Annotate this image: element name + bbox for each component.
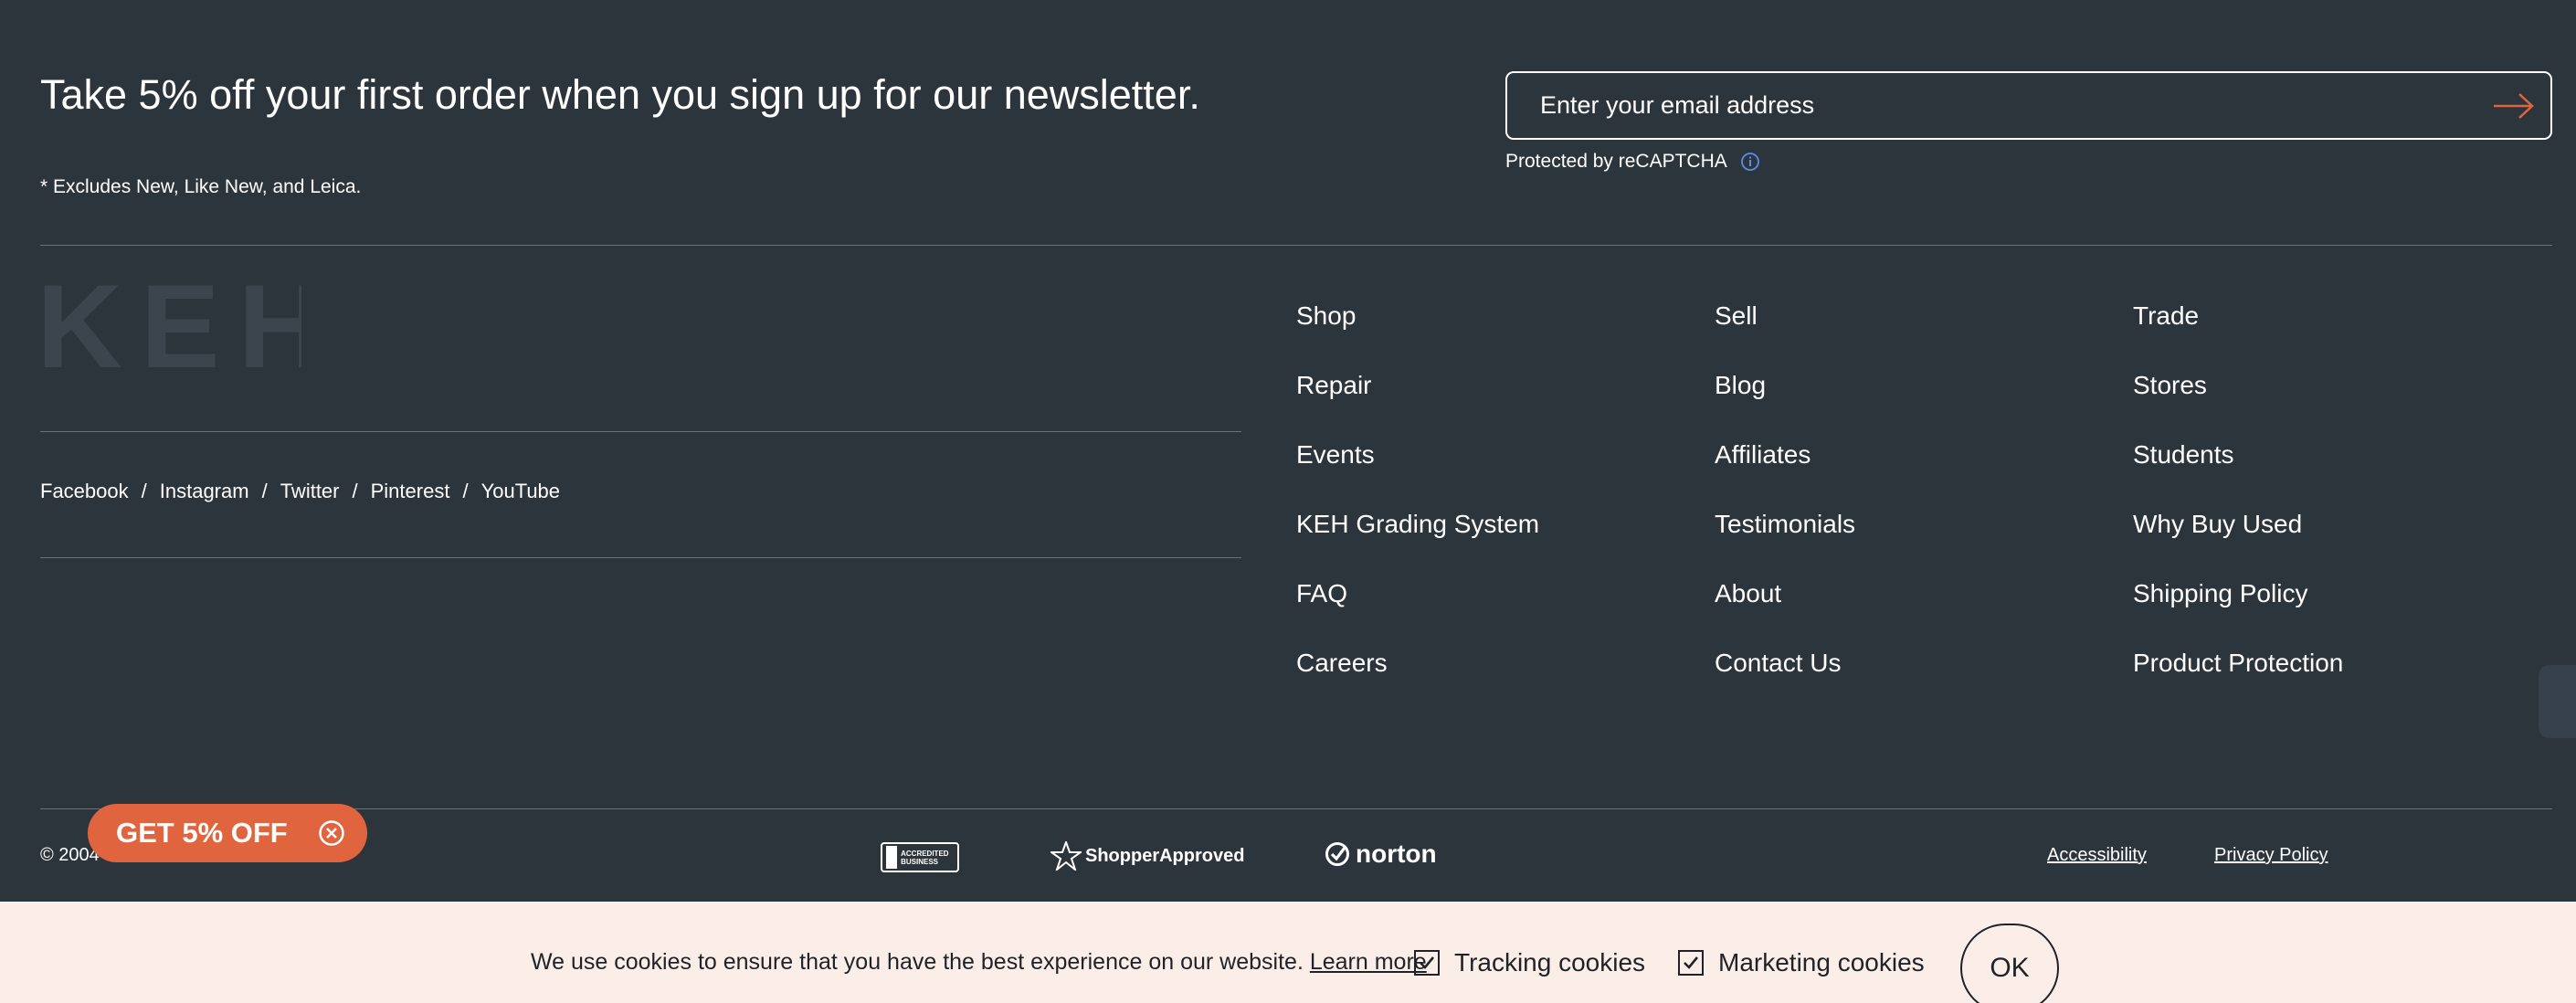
divider [40, 245, 2552, 246]
keh-logo[interactable]: KEH [37, 265, 301, 375]
newsletter-excludes-note: * Excludes New, Like New, and Leica. [40, 176, 362, 197]
bbb-logo-icon [886, 846, 898, 869]
divider [40, 557, 1241, 558]
info-icon[interactable] [1740, 152, 1760, 172]
cookie-message-text: We use cookies to ensure that you have t… [531, 949, 1304, 975]
bbb-accredited-badge[interactable]: ACCREDITED BUSINESS [881, 842, 959, 872]
marketing-cookies-checkbox[interactable]: Marketing cookies [1678, 948, 1925, 977]
newsletter-email-form [1505, 71, 2552, 140]
arrow-right-icon [2494, 92, 2534, 119]
get-discount-button[interactable]: GET 5% OFF [88, 804, 367, 862]
svg-text:KEH: KEH [37, 265, 301, 375]
copyright-text: © 2004 [40, 845, 100, 865]
divider [40, 431, 1241, 432]
cookie-consent-bar: We use cookies to ensure that you have t… [0, 902, 2576, 1003]
instagram-link[interactable]: Instagram [160, 480, 249, 503]
ok-button[interactable]: OK [1960, 924, 2059, 1003]
nav-link-careers[interactable]: Careers [1296, 649, 1539, 718]
youtube-link[interactable]: YouTube [481, 480, 560, 503]
nav-link-contact-us[interactable]: Contact Us [1715, 649, 1855, 718]
nav-link-students[interactable]: Students [2133, 440, 2343, 510]
separator: / [352, 480, 358, 502]
checkmark-circle-icon [1325, 842, 1349, 866]
email-input[interactable] [1507, 73, 2477, 138]
tracking-cookies-checkbox[interactable]: Tracking cookies [1414, 948, 1645, 977]
accessibility-link[interactable]: Accessibility [2047, 845, 2147, 866]
close-icon[interactable] [318, 819, 345, 847]
marketing-cookies-label: Marketing cookies [1718, 948, 1925, 977]
nav-link-about[interactable]: About [1715, 579, 1855, 649]
separator: / [462, 480, 469, 502]
nav-link-affiliates[interactable]: Affiliates [1715, 440, 1855, 510]
learn-more-link[interactable]: Learn more [1310, 949, 1427, 975]
submit-arrow-button[interactable] [2477, 73, 2550, 138]
footer-nav-column-2: Sell Blog Affiliates Testimonials About … [1715, 301, 1855, 718]
bbb-badge-text: ACCREDITED BUSINESS [901, 849, 949, 866]
norton-label: norton [1356, 839, 1437, 868]
social-links: Facebook / Instagram / Twitter / Pintere… [40, 480, 560, 503]
tracking-cookies-label: Tracking cookies [1454, 948, 1646, 977]
nav-link-why-buy-used[interactable]: Why Buy Used [2133, 510, 2343, 579]
nav-link-keh-grading-system[interactable]: KEH Grading System [1296, 510, 1539, 579]
facebook-link[interactable]: Facebook [40, 480, 129, 503]
promo-label: GET 5% OFF [116, 817, 288, 849]
pinterest-link[interactable]: Pinterest [371, 480, 450, 503]
nav-link-faq[interactable]: FAQ [1296, 579, 1539, 649]
nav-link-testimonials[interactable]: Testimonials [1715, 510, 1855, 579]
footer-nav-column-3: Trade Stores Students Why Buy Used Shipp… [2133, 301, 2343, 718]
nav-link-shipping-policy[interactable]: Shipping Policy [2133, 579, 2343, 649]
twitter-link[interactable]: Twitter [280, 480, 340, 503]
nav-link-blog[interactable]: Blog [1715, 371, 1855, 440]
nav-link-repair[interactable]: Repair [1296, 371, 1539, 440]
checkbox-checked-icon[interactable] [1414, 950, 1440, 976]
nav-link-stores[interactable]: Stores [2133, 371, 2343, 440]
checkbox-checked-icon[interactable] [1678, 950, 1704, 976]
nav-link-product-protection[interactable]: Product Protection [2133, 649, 2343, 718]
star-icon [1050, 841, 1082, 871]
recaptcha-notice: Protected by reCAPTCHA [1505, 151, 1760, 173]
recaptcha-text: Protected by reCAPTCHA [1505, 151, 1727, 172]
nav-link-events[interactable]: Events [1296, 440, 1539, 510]
norton-badge[interactable]: norton [1325, 839, 1437, 869]
cookie-message: We use cookies to ensure that you have t… [531, 949, 1427, 976]
separator: / [141, 480, 147, 502]
side-widget-tab[interactable] [2539, 665, 2576, 738]
shopper-approved-badge[interactable]: ShopperApproved [1050, 841, 1244, 871]
nav-link-shop[interactable]: Shop [1296, 301, 1539, 371]
footer-nav-column-1: Shop Repair Events KEH Grading System FA… [1296, 301, 1539, 718]
shopper-approved-label: ShopperApproved [1085, 845, 1245, 866]
privacy-policy-link[interactable]: Privacy Policy [2214, 845, 2328, 866]
divider [40, 808, 2552, 809]
nav-link-sell[interactable]: Sell [1715, 301, 1855, 371]
nav-link-trade[interactable]: Trade [2133, 301, 2343, 371]
newsletter-headline: Take 5% off your first order when you si… [40, 71, 1200, 118]
separator: / [261, 480, 268, 502]
